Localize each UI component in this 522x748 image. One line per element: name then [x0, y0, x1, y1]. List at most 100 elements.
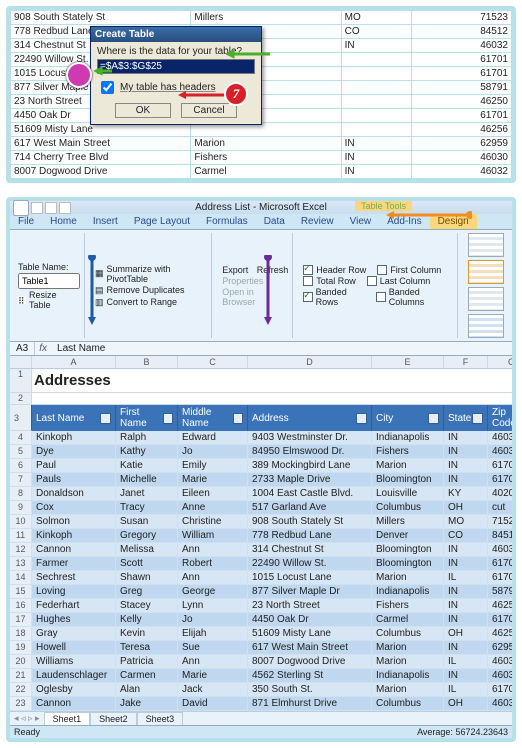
cancel-button[interactable]: Cancel — [181, 103, 237, 118]
cell[interactable]: Jo — [178, 445, 248, 459]
cell[interactable]: Marion — [372, 641, 444, 655]
header-middle-name[interactable]: Middle Name — [178, 405, 248, 431]
cell[interactable]: Marion — [372, 655, 444, 669]
cell[interactable]: Marie — [178, 669, 248, 683]
cell[interactable]: Christine — [178, 515, 248, 529]
cell[interactable]: Denver — [372, 529, 444, 543]
filter-dropdown-icon[interactable] — [428, 413, 439, 424]
cell[interactable]: IN — [444, 585, 488, 599]
cell[interactable]: Bloomington — [372, 557, 444, 571]
cell[interactable]: OH — [444, 627, 488, 641]
convert-range-button[interactable]: ▥Convert to Range — [95, 297, 207, 308]
cell[interactable]: 1015 Locust Lane — [248, 571, 372, 585]
cell[interactable]: Laudenschlager — [32, 669, 116, 683]
cell[interactable]: Kathy — [116, 445, 178, 459]
cell[interactable]: Fishers — [372, 599, 444, 613]
cell[interactable]: 22490 Willow St. — [248, 557, 372, 571]
cell[interactable]: Williams — [32, 655, 116, 669]
tab-page-layout[interactable]: Page Layout — [126, 214, 198, 229]
qat-save-icon[interactable] — [31, 202, 43, 214]
cell[interactable]: Loving — [32, 585, 116, 599]
header-zip-code[interactable]: Zip Code — [488, 405, 512, 431]
cell[interactable]: 350 South St. — [248, 683, 372, 697]
cell[interactable]: Cannon — [32, 543, 116, 557]
cell[interactable]: Columbus — [372, 627, 444, 641]
tab-review[interactable]: Review — [293, 214, 342, 229]
formula-input[interactable]: Last Name — [51, 342, 512, 355]
filter-dropdown-icon[interactable] — [472, 413, 483, 424]
cell[interactable]: IN — [444, 543, 488, 557]
cell[interactable]: 61701 — [488, 683, 512, 697]
cell[interactable]: cut — [488, 501, 512, 515]
cell[interactable]: Anne — [178, 501, 248, 515]
cell[interactable]: Columbus — [372, 697, 444, 711]
cell[interactable]: 877 Silver Maple Dr — [248, 585, 372, 599]
cell[interactable]: Jack — [178, 683, 248, 697]
cell[interactable]: Carmel — [372, 613, 444, 627]
cell[interactable]: Indianapolis — [372, 585, 444, 599]
cell[interactable]: Indianapolis — [372, 669, 444, 683]
cell[interactable]: 46032 — [488, 445, 512, 459]
cell[interactable]: 389 Mockingbird Lane — [248, 459, 372, 473]
cell[interactable]: 2733 Maple Drive — [248, 473, 372, 487]
tab-insert[interactable]: Insert — [85, 214, 126, 229]
cell[interactable]: 58791 — [488, 585, 512, 599]
cell[interactable]: Kinkoph — [32, 431, 116, 445]
cell[interactable]: Gregory — [116, 529, 178, 543]
cell[interactable]: IL — [444, 571, 488, 585]
cell[interactable]: Pauls — [32, 473, 116, 487]
cell[interactable]: Scott — [116, 557, 178, 571]
cell[interactable]: Marion — [372, 683, 444, 697]
col-D[interactable]: D — [248, 356, 372, 368]
filter-dropdown-icon[interactable] — [163, 413, 173, 424]
first-col-check[interactable]: First Column — [390, 265, 441, 275]
cell[interactable]: Bloomington — [372, 473, 444, 487]
cell[interactable]: 46032 — [488, 669, 512, 683]
cell[interactable]: 1004 East Castle Blvd. — [248, 487, 372, 501]
col-F[interactable]: F — [444, 356, 488, 368]
cell[interactable]: Marion — [372, 571, 444, 585]
col-E[interactable]: E — [372, 356, 444, 368]
remove-duplicates-button[interactable]: ▤Remove Duplicates — [95, 285, 207, 296]
cell[interactable]: CO — [444, 529, 488, 543]
cell[interactable]: Sechrest — [32, 571, 116, 585]
cell[interactable]: 8007 Dogwood Drive — [248, 655, 372, 669]
style-thumb-1[interactable] — [468, 233, 504, 257]
cell[interactable]: Paul — [32, 459, 116, 473]
header-row-check[interactable]: Header Row — [316, 265, 366, 275]
style-thumb-2[interactable] — [468, 260, 504, 284]
cell[interactable]: Eileen — [178, 487, 248, 501]
cell[interactable]: Edward — [178, 431, 248, 445]
cell[interactable]: 617 West Main Street — [248, 641, 372, 655]
cell[interactable]: 46032 — [488, 697, 512, 711]
tab-data[interactable]: Data — [256, 214, 293, 229]
tab-view[interactable]: View — [342, 214, 380, 229]
tab-formulas[interactable]: Formulas — [198, 214, 256, 229]
cell[interactable]: IN — [444, 613, 488, 627]
cell[interactable]: Teresa — [116, 641, 178, 655]
tab-home[interactable]: Home — [42, 214, 85, 229]
cell[interactable]: Lynn — [178, 599, 248, 613]
name-box[interactable]: A3 — [10, 342, 35, 355]
header-city[interactable]: City — [372, 405, 444, 431]
cell[interactable]: 71523 — [488, 515, 512, 529]
cell[interactable]: Sue — [178, 641, 248, 655]
table-range-input[interactable] — [97, 59, 255, 74]
cell[interactable]: Gray — [32, 627, 116, 641]
cell[interactable]: Farmer — [32, 557, 116, 571]
total-row-check[interactable]: Total Row — [316, 276, 356, 286]
cell[interactable]: Janet — [116, 487, 178, 501]
qat-undo-icon[interactable] — [45, 202, 57, 214]
table-name-input[interactable] — [18, 273, 80, 289]
cell[interactable]: Tracy — [116, 501, 178, 515]
cell[interactable]: Ann — [178, 543, 248, 557]
cell[interactable]: Bloomington — [372, 543, 444, 557]
fx-icon[interactable]: fx — [35, 343, 51, 354]
worksheet[interactable]: ABCDEFG 1Addresses 2 3Last NameFirst Nam… — [10, 356, 512, 711]
cell[interactable]: 46032 — [488, 655, 512, 669]
sheet-tab-sheet1[interactable]: Sheet1 — [44, 712, 91, 725]
cell[interactable]: Ralph — [116, 431, 178, 445]
cell[interactable]: IN — [444, 641, 488, 655]
cell[interactable]: 61701 — [488, 613, 512, 627]
style-thumb-4[interactable] — [468, 314, 504, 338]
